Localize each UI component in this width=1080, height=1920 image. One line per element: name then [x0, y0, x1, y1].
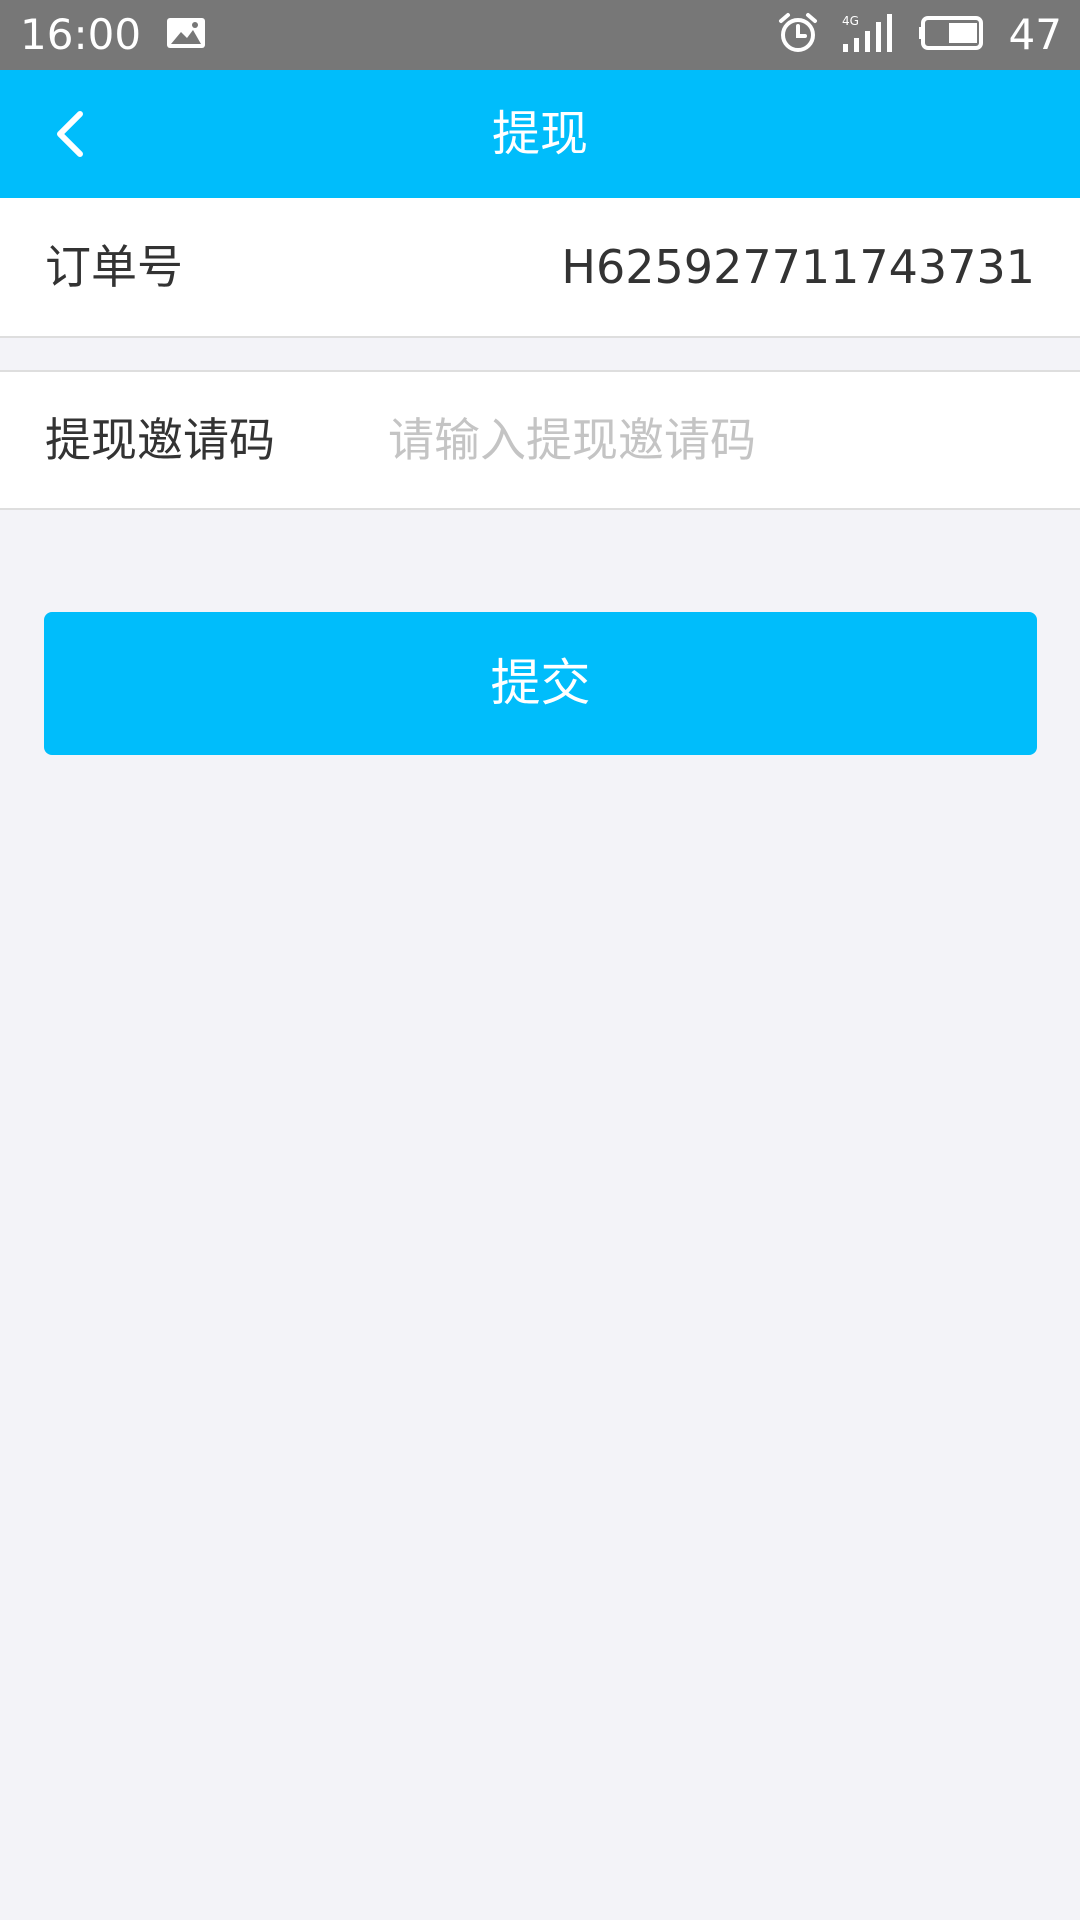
- battery-icon: [918, 15, 987, 55]
- signal-icon: 4G: [841, 12, 897, 58]
- order-label: 订单号: [45, 240, 183, 294]
- alarm-icon: [777, 12, 819, 58]
- order-number: H625927711743731: [561, 240, 1035, 294]
- order-row: 订单号 H625927711743731: [0, 198, 1080, 338]
- app-bar: 提现: [0, 70, 1080, 198]
- battery-level: 47: [1008, 10, 1062, 59]
- submit-button[interactable]: 提交: [44, 612, 1037, 755]
- image-notification-icon: [165, 16, 207, 54]
- invite-code-row: 提现邀请码: [0, 370, 1080, 510]
- status-time: 16:00: [20, 10, 142, 59]
- invite-code-label: 提现邀请码: [45, 413, 275, 467]
- invite-code-input[interactable]: [388, 400, 1028, 480]
- chevron-left-icon: [57, 111, 83, 157]
- network-type: 4G: [842, 14, 859, 28]
- back-button[interactable]: [30, 94, 110, 174]
- page-title: 提现: [491, 106, 588, 162]
- status-right: 4G 47: [777, 0, 1062, 70]
- status-left: 16:00: [20, 0, 207, 70]
- status-bar: 16:00 4G 47: [0, 0, 1080, 70]
